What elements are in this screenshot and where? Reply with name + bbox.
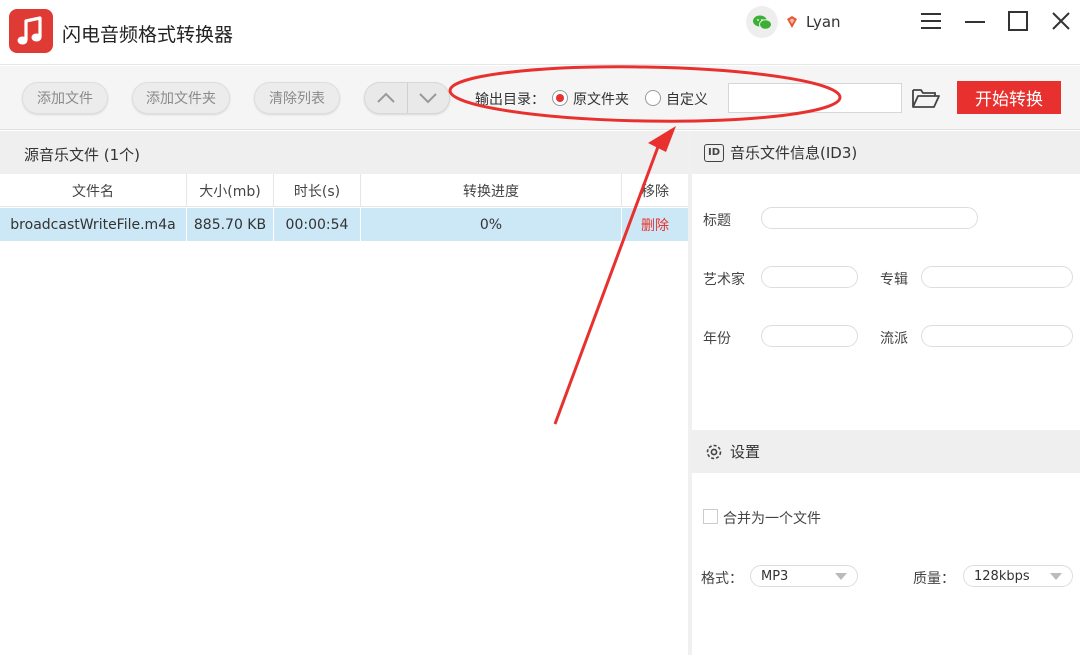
album-input[interactable] bbox=[921, 266, 1073, 288]
wechat-icon[interactable] bbox=[746, 6, 778, 38]
custom-folder-label[interactable]: 自定义 bbox=[666, 89, 708, 109]
title-label: 标题 bbox=[703, 213, 731, 229]
quality-label: 质量： bbox=[913, 571, 955, 587]
user-name[interactable]: Lyan bbox=[806, 13, 841, 31]
maximize-icon[interactable] bbox=[1001, 6, 1035, 36]
column-header-progress[interactable]: 转换进度 bbox=[361, 174, 622, 207]
menu-icon[interactable] bbox=[914, 6, 948, 36]
column-header-remove[interactable]: 移除 bbox=[622, 174, 688, 207]
quality-select[interactable]: 128kbps bbox=[963, 565, 1073, 587]
table-header: 文件名 大小(mb) 时长(s) 转换进度 移除 bbox=[0, 174, 688, 207]
id3-title: 音乐文件信息(ID3) bbox=[730, 144, 858, 162]
move-down-icon[interactable] bbox=[407, 83, 449, 113]
column-header-duration[interactable]: 时长(s) bbox=[274, 174, 361, 207]
original-folder-label[interactable]: 原文件夹 bbox=[573, 89, 629, 109]
id3-header: ID 音乐文件信息(ID3) bbox=[692, 131, 1080, 174]
year-label: 年份 bbox=[703, 331, 731, 347]
cell-duration: 00:00:54 bbox=[274, 208, 361, 241]
title-bar: 闪电音频格式转换器 Lyan bbox=[0, 0, 1080, 65]
minimize-icon[interactable] bbox=[958, 6, 992, 36]
output-dir-label: 输出目录： bbox=[475, 92, 545, 108]
settings-title: 设置 bbox=[730, 443, 761, 461]
custom-folder-radio[interactable] bbox=[645, 90, 661, 106]
app-logo-icon bbox=[9, 9, 53, 53]
clear-list-button[interactable]: 清除列表 bbox=[254, 82, 340, 114]
merge-checkbox[interactable] bbox=[703, 509, 718, 524]
year-input[interactable] bbox=[761, 325, 858, 347]
close-icon[interactable] bbox=[1044, 6, 1078, 36]
settings-header: 设置 bbox=[692, 430, 1080, 473]
artist-label: 艺术家 bbox=[703, 272, 745, 288]
chevron-down-icon bbox=[835, 573, 847, 580]
toolbar: 添加文件 添加文件夹 清除列表 输出目录： 原文件夹 自定义 开始转换 bbox=[0, 66, 1080, 130]
file-list-panel: 源音乐文件 (1个) 文件名 大小(mb) 时长(s) 转换进度 移除 broa… bbox=[0, 131, 688, 655]
column-header-name[interactable]: 文件名 bbox=[0, 174, 187, 207]
id-tag-icon: ID bbox=[704, 143, 724, 162]
move-buttons bbox=[364, 82, 450, 114]
add-file-button[interactable]: 添加文件 bbox=[22, 82, 108, 114]
start-convert-button[interactable]: 开始转换 bbox=[957, 81, 1061, 114]
merge-label[interactable]: 合并为一个文件 bbox=[723, 508, 821, 528]
delete-link[interactable]: 删除 bbox=[622, 208, 688, 241]
app-title: 闪电音频格式转换器 bbox=[62, 24, 234, 46]
file-list-title: 源音乐文件 (1个) bbox=[24, 146, 141, 164]
chevron-down-icon bbox=[1050, 573, 1062, 580]
quality-value: 128kbps bbox=[974, 568, 1030, 584]
move-up-icon[interactable] bbox=[365, 83, 407, 113]
user-area[interactable]: Lyan bbox=[746, 5, 841, 39]
vip-diamond-icon bbox=[787, 16, 797, 28]
add-folder-button[interactable]: 添加文件夹 bbox=[132, 82, 230, 114]
file-list-header: 源音乐文件 (1个) bbox=[0, 131, 688, 174]
genre-input[interactable] bbox=[921, 325, 1073, 347]
gear-icon bbox=[706, 444, 722, 459]
artist-input[interactable] bbox=[761, 266, 858, 288]
cell-file-name: broadcastWriteFile.m4a bbox=[0, 208, 187, 241]
album-label: 专辑 bbox=[880, 272, 908, 288]
format-label: 格式： bbox=[701, 571, 743, 587]
format-select[interactable]: MP3 bbox=[750, 565, 858, 587]
cell-file-size: 885.70 KB bbox=[187, 208, 274, 241]
title-input[interactable] bbox=[761, 207, 978, 229]
output-path-input[interactable] bbox=[728, 83, 902, 113]
table-row[interactable]: broadcastWriteFile.m4a 885.70 KB 00:00:5… bbox=[0, 208, 688, 241]
original-folder-radio[interactable] bbox=[552, 90, 568, 106]
column-header-size[interactable]: 大小(mb) bbox=[187, 174, 274, 207]
format-value: MP3 bbox=[761, 568, 789, 584]
cell-progress: 0% bbox=[361, 208, 622, 241]
genre-label: 流派 bbox=[880, 331, 908, 347]
info-panel: ID 音乐文件信息(ID3) 标题 艺术家 专辑 年份 流派 设置 合并为一个文… bbox=[692, 131, 1080, 655]
folder-open-icon[interactable] bbox=[910, 84, 942, 112]
